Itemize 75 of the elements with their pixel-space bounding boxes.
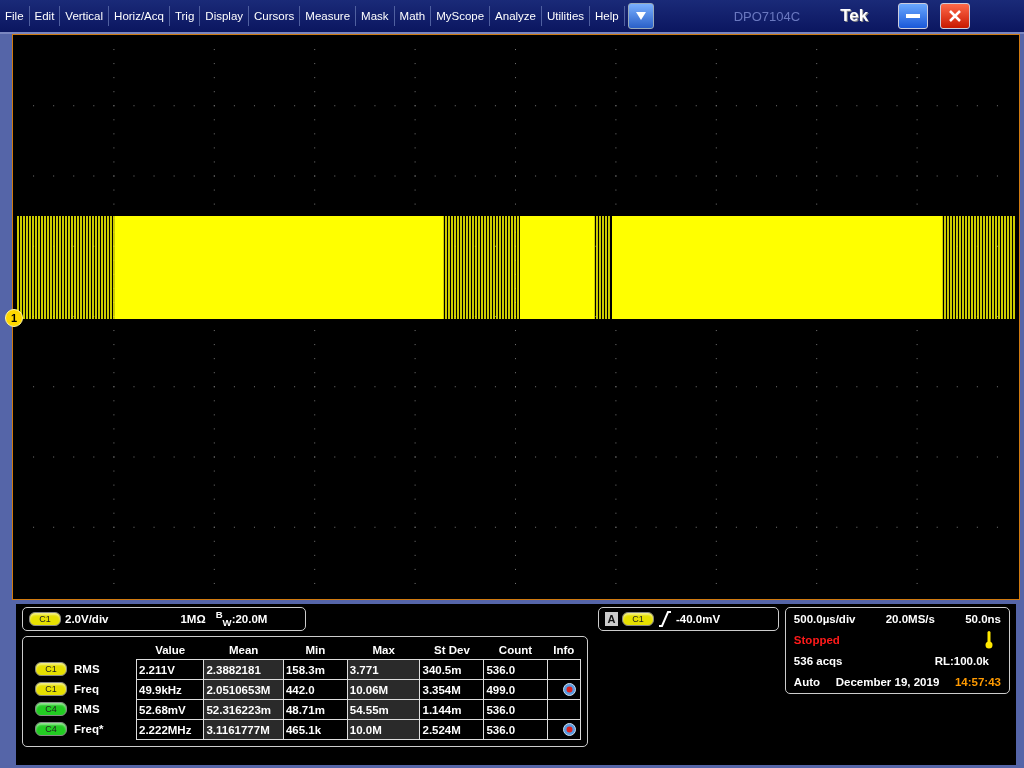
table-cell: 48.71m — [283, 699, 348, 720]
minimize-button[interactable] — [898, 3, 929, 29]
channel-badge[interactable]: C4 — [35, 702, 67, 716]
trigger-source: A — [605, 612, 618, 626]
column-header: Max — [347, 643, 420, 660]
menu-item[interactable]: File — [0, 6, 30, 26]
menu-item[interactable]: Help — [590, 6, 625, 26]
channel-badge[interactable]: C4 — [35, 722, 67, 736]
column-header: Info — [547, 643, 581, 660]
measurement-name: Freq* — [74, 723, 104, 735]
menu-item[interactable]: Mask — [356, 6, 395, 26]
channel-badge[interactable]: C1 — [622, 612, 654, 626]
resolution: 50.0ns — [965, 613, 1001, 625]
column-header: Mean — [203, 643, 284, 660]
menu-item[interactable]: Measure — [300, 6, 357, 26]
menu-item[interactable]: Display — [200, 6, 250, 26]
acquisition-count: 536 acqs — [793, 655, 843, 667]
table-cell: 2.524M — [420, 719, 484, 740]
menu-item[interactable]: Analyze — [490, 6, 542, 26]
table-cell: 52.68mV — [136, 699, 204, 720]
measurement-name: Freq — [74, 683, 99, 695]
table-cell: 2.211V — [136, 659, 204, 680]
caret-icon — [635, 12, 646, 20]
horizontal-scale: 500.0µs/div — [793, 613, 856, 625]
table-cell: 536.0 — [483, 719, 547, 740]
table-cell: 3.354M — [420, 679, 484, 700]
table-cell: 340.5m — [420, 659, 484, 680]
help-icon[interactable] — [563, 683, 576, 697]
menu-item[interactable]: Utilities — [542, 6, 591, 26]
date: December 19, 2019 — [835, 676, 940, 688]
record-length: RL:100.0k — [934, 655, 989, 667]
channel-badge[interactable]: C1 — [29, 612, 61, 626]
close-button[interactable] — [940, 3, 971, 29]
measurement-name: RMS — [74, 703, 100, 715]
column-header: Count — [483, 643, 547, 660]
table-cell: 2.3882181 — [203, 659, 284, 680]
menu-item[interactable]: Math — [394, 6, 432, 26]
time: 14:57:43 — [954, 676, 1001, 688]
menu-item[interactable]: MyScope — [431, 6, 491, 26]
impedance: 1MΩ — [180, 613, 206, 625]
table-cell: 2.222MHz — [136, 719, 204, 740]
menu-item[interactable]: Horiz/Acq — [109, 6, 170, 26]
help-icon[interactable] — [563, 723, 576, 737]
channel-badge[interactable]: C1 — [35, 682, 67, 696]
rising-edge-icon — [658, 611, 672, 627]
vertical-scale: 2.0V/div — [65, 613, 109, 625]
minimize-icon — [906, 14, 921, 18]
measurement-name: RMS — [74, 663, 100, 675]
model-name: DPO7104C — [733, 8, 801, 24]
table-cell: 536.0 — [483, 699, 547, 720]
menu-item[interactable]: Vertical — [60, 6, 110, 26]
channel-marker[interactable]: 1 — [5, 309, 23, 327]
menu-dropdown-button[interactable] — [627, 3, 654, 29]
run-state: Stopped — [793, 634, 840, 646]
table-cell: 536.0 — [483, 659, 547, 680]
brand-logo: Tek — [840, 6, 869, 26]
table-cell: 465.1k — [283, 719, 348, 740]
trigger-level: -40.0mV — [676, 613, 721, 625]
table-cell: 158.3m — [283, 659, 348, 680]
close-icon — [949, 10, 962, 22]
table-cell: 49.9kHz — [136, 679, 204, 700]
sample-rate: 20.0MS/s — [885, 613, 935, 625]
column-header: St Dev — [420, 643, 484, 660]
menu-item[interactable]: Trig — [169, 6, 201, 26]
thermometer-icon — [985, 631, 993, 649]
table-cell: 3.771 — [347, 659, 420, 680]
column-header: Min — [283, 643, 348, 660]
table-cell: 499.0 — [483, 679, 547, 700]
table-cell: 1.144m — [420, 699, 484, 720]
channel-badge[interactable]: C1 — [35, 662, 67, 676]
menu-item[interactable]: Edit — [29, 6, 61, 26]
trigger-mode: Auto — [793, 676, 821, 688]
column-header: Value — [136, 643, 204, 660]
menu-item[interactable]: Cursors — [249, 6, 301, 26]
table-cell: 442.0 — [283, 679, 348, 700]
